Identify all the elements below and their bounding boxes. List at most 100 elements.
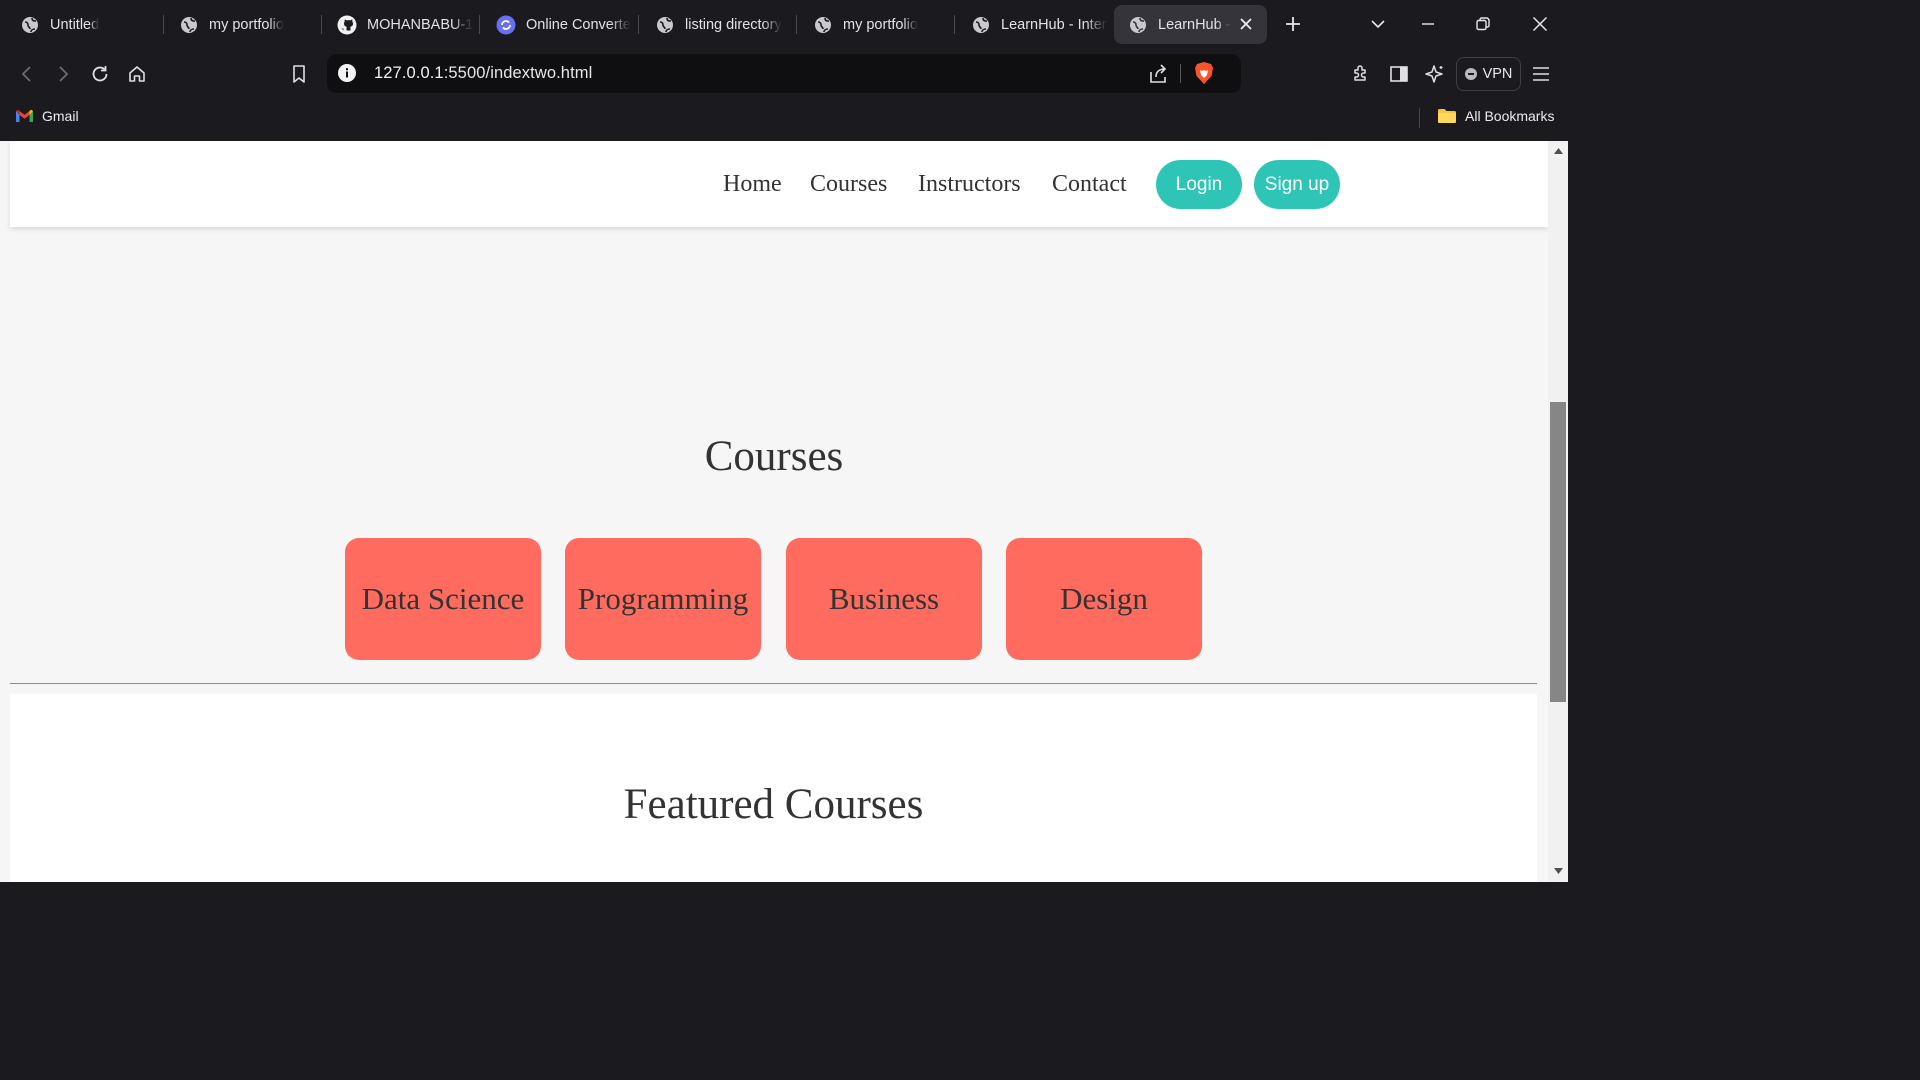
courses-heading: Courses <box>704 433 844 480</box>
nav-link-courses[interactable]: Courses <box>810 171 887 198</box>
leo-ai-button[interactable] <box>1421 60 1449 88</box>
tab-divider <box>163 15 164 34</box>
minimize-button[interactable] <box>1414 10 1442 38</box>
site-info-icon[interactable] <box>337 63 357 83</box>
folder-icon <box>1438 109 1456 123</box>
tab-search-button[interactable] <box>1364 10 1392 38</box>
home-icon <box>129 66 145 82</box>
scrollbar-thumb[interactable] <box>1550 402 1566 702</box>
globe-icon <box>655 15 675 35</box>
tab-github[interactable]: MOHANBABU-1 <box>323 5 480 44</box>
browser-toolbar: 127.0.0.1:5500/indextwo.html VPN <box>0 49 1568 99</box>
close-window-button[interactable] <box>1526 10 1554 38</box>
gmail-icon <box>16 109 33 122</box>
new-tab-button[interactable] <box>1279 10 1307 38</box>
vpn-status-icon <box>1464 68 1477 80</box>
globe-icon <box>1128 15 1148 35</box>
globe-icon <box>179 15 199 35</box>
signup-button[interactable]: Sign up <box>1254 160 1340 209</box>
tab-divider <box>954 15 955 34</box>
plus-icon <box>1286 17 1300 31</box>
back-button[interactable] <box>13 60 41 88</box>
course-card-programming[interactable]: Programming <box>565 538 761 660</box>
tab-title: MOHANBABU-1 <box>367 16 474 33</box>
share-icon[interactable] <box>1147 63 1169 85</box>
tab-title: my portfolio <box>843 16 918 33</box>
tab-divider <box>321 15 322 34</box>
tab-title: Untitled <box>50 16 100 33</box>
tab-listing-directory[interactable]: listing directory <box>641 5 797 44</box>
bookmark-gmail-label: Gmail <box>42 108 79 124</box>
tab-my-portfolio[interactable]: my portfolio <box>165 5 322 44</box>
tab-title: listing directory <box>685 16 782 33</box>
bookmark-gmail[interactable]: Gmail <box>15 108 79 124</box>
site-header: Home Courses Instructors Contact Login S… <box>10 141 1548 227</box>
close-icon <box>1532 16 1548 32</box>
page-viewport: Home Courses Instructors Contact Login S… <box>0 141 1548 882</box>
tab-learnhub-inter[interactable]: LearnHub - Inter <box>957 5 1110 44</box>
all-bookmarks-button[interactable]: All Bookmarks <box>1437 108 1554 124</box>
nav-link-contact[interactable]: Contact <box>1052 171 1127 198</box>
tab-divider <box>796 15 797 34</box>
all-bookmarks-label: All Bookmarks <box>1465 108 1555 124</box>
brave-shields-icon[interactable] <box>1193 61 1215 85</box>
vpn-button[interactable]: VPN <box>1456 57 1521 91</box>
forward-button[interactable] <box>49 60 77 88</box>
sparkle-star-icon <box>1425 65 1443 83</box>
tab-divider <box>479 15 480 34</box>
restore-button[interactable] <box>1469 10 1497 38</box>
extensions-button[interactable] <box>1347 60 1375 88</box>
vpn-label: VPN <box>1482 66 1513 82</box>
course-card-business[interactable]: Business <box>786 538 982 660</box>
featured-courses-heading: Featured Courses <box>623 781 924 828</box>
url-path: :5500/indextwo.html <box>443 64 593 82</box>
sidebar-button[interactable] <box>1385 60 1413 88</box>
address-bar[interactable]: 127.0.0.1:5500/indextwo.html <box>327 54 1241 93</box>
globe-icon <box>813 15 833 35</box>
course-card-design[interactable]: Design <box>1006 538 1202 660</box>
tab-title: LearnHub - <box>1158 16 1231 33</box>
nav-link-home[interactable]: Home <box>723 171 782 198</box>
page-scrollbar[interactable] <box>1548 141 1568 882</box>
tab-title: LearnHub - Inter <box>1001 16 1107 33</box>
converter-icon <box>496 15 516 35</box>
course-card-data-science[interactable]: Data Science <box>345 538 541 660</box>
back-arrow-icon <box>21 66 31 82</box>
home-button[interactable] <box>123 60 151 88</box>
tab-divider <box>638 15 639 34</box>
tab-untitled[interactable]: Untitled <box>6 5 164 44</box>
forward-arrow-icon <box>59 66 69 82</box>
restore-icon <box>1476 17 1490 31</box>
tab-strip: Untitled my portfolio MOHANBABU-1 Online… <box>0 0 1568 49</box>
tab-my-portfolio-2[interactable]: my portfolio <box>799 5 955 44</box>
main-menu-button[interactable] <box>1527 60 1555 88</box>
scroll-up-arrow-icon[interactable] <box>1553 146 1563 156</box>
nav-link-instructors[interactable]: Instructors <box>918 171 1021 198</box>
url-host: 127.0.0.1 <box>374 64 444 82</box>
hamburger-menu-icon <box>1533 67 1549 81</box>
reload-button[interactable] <box>86 60 114 88</box>
tab-online-converter[interactable]: Online Converte <box>482 5 639 44</box>
url-text: 127.0.0.1:5500/indextwo.html <box>374 64 592 83</box>
puzzle-icon <box>1354 65 1366 81</box>
omnibox-divider <box>1180 64 1181 83</box>
sidebar-icon <box>1390 66 1408 82</box>
featured-section: Featured Courses <box>10 694 1537 882</box>
globe-icon <box>20 15 40 35</box>
minimize-icon <box>1422 23 1434 25</box>
close-tab-icon[interactable] <box>1237 15 1255 33</box>
github-icon <box>337 15 357 35</box>
scroll-down-arrow-icon[interactable] <box>1553 866 1563 876</box>
bookmark-page-button[interactable] <box>285 60 313 88</box>
reload-icon <box>92 66 108 82</box>
bookmark-icon <box>293 65 305 83</box>
globe-icon <box>971 15 991 35</box>
section-divider <box>10 683 1537 684</box>
tab-learnhub-active[interactable]: LearnHub - <box>1114 5 1267 44</box>
tab-title: Online Converte <box>526 16 631 33</box>
login-button[interactable]: Login <box>1156 160 1242 209</box>
chevron-down-icon <box>1371 20 1385 29</box>
tab-title: my portfolio <box>209 16 284 33</box>
bookmarks-bar: Gmail All Bookmarks <box>0 99 1568 141</box>
bookmarks-divider <box>1419 108 1420 128</box>
